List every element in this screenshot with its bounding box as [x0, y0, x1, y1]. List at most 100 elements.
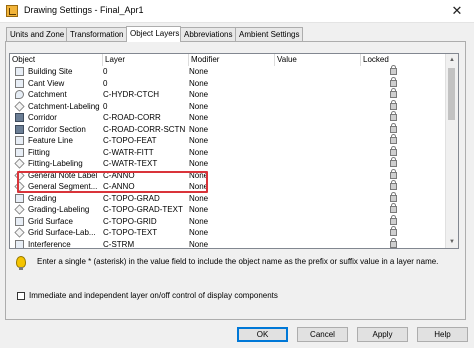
object-layers-grid[interactable]: Object Layer Modifier Value Locked Build…: [9, 53, 459, 249]
modifier-cell[interactable]: None: [189, 66, 277, 78]
immediate-layer-control-checkbox[interactable]: [17, 292, 25, 300]
modifier-cell[interactable]: None: [189, 124, 277, 136]
object-cell: Building Site: [28, 67, 73, 76]
layer-cell[interactable]: C-ROAD-CORR-SCTN: [103, 124, 193, 136]
layer-cell[interactable]: C-HYDR-CTCH: [103, 89, 193, 101]
scroll-down-icon[interactable]: ▼: [446, 236, 458, 248]
table-row[interactable]: Interference C-STRM None: [10, 237, 447, 249]
lock-icon[interactable]: [390, 145, 397, 156]
lock-icon[interactable]: [390, 180, 397, 190]
grid-surface-labeling-icon: [14, 227, 25, 238]
lock-icon[interactable]: [390, 99, 397, 110]
modifier-cell[interactable]: None: [189, 112, 277, 124]
table-row[interactable]: Cant View 0 None: [10, 76, 447, 90]
layer-cell[interactable]: C-TOPO-GRAD: [103, 193, 193, 205]
modifier-cell[interactable]: None: [189, 89, 277, 101]
building-site-icon: [15, 67, 24, 76]
tab-units-and-zone[interactable]: Units and Zone: [6, 27, 67, 41]
layer-cell[interactable]: 0: [103, 66, 193, 78]
column-header-value[interactable]: Value: [275, 54, 361, 66]
modifier-cell[interactable]: None: [189, 101, 277, 113]
lock-icon[interactable]: [390, 134, 397, 144]
modifier-cell[interactable]: None: [189, 227, 277, 239]
layer-cell[interactable]: C-TOPO-FEAT: [103, 135, 193, 147]
corridor-icon: [15, 113, 24, 122]
layer-cell[interactable]: C-TOPO-TEXT: [103, 227, 193, 239]
modifier-cell[interactable]: None: [189, 216, 277, 228]
modifier-cell[interactable]: None: [189, 239, 277, 249]
ok-button[interactable]: OK: [237, 327, 288, 342]
modifier-cell[interactable]: None: [189, 78, 277, 90]
app-icon: [6, 5, 18, 17]
table-row[interactable]: Grid Surface C-TOPO-GRID None: [10, 214, 447, 228]
column-header-modifier[interactable]: Modifier: [189, 54, 275, 66]
table-row[interactable]: Grading-Labeling C-TOPO-GRAD-TEXT None: [10, 203, 447, 216]
object-cell: Corridor: [28, 113, 57, 122]
lock-icon[interactable]: [390, 214, 397, 225]
title-bar: Drawing Settings - Final_Apr1 ✕: [0, 0, 474, 23]
feature-line-icon: [15, 136, 24, 145]
tab-ambient-settings[interactable]: Ambient Settings: [235, 27, 303, 41]
layer-cell[interactable]: C-TOPO-GRAD-TEXT: [103, 204, 193, 216]
lock-icon[interactable]: [390, 65, 397, 75]
modifier-cell[interactable]: None: [189, 158, 277, 170]
lock-icon[interactable]: [390, 122, 397, 133]
table-row[interactable]: Catchment-Labeling 0 None: [10, 99, 447, 113]
object-cell: Fitting: [28, 147, 50, 157]
checkbox-label[interactable]: Immediate and independent layer on/off c…: [29, 291, 278, 300]
vertical-scrollbar[interactable]: ▲ ▼: [445, 54, 458, 248]
table-row[interactable]: Fitting-Labeling C-WATR-TEXT None: [10, 157, 447, 170]
object-cell: Interference: [28, 239, 71, 249]
grid-rows: Building Site 0 None Cant View 0 None Catchm…: [10, 65, 447, 249]
object-cell: Grading: [28, 193, 57, 203]
grid-header: Object Layer Modifier Value Locked: [10, 54, 447, 66]
lock-icon[interactable]: [390, 203, 397, 213]
layer-cell[interactable]: 0: [103, 78, 193, 90]
column-header-locked[interactable]: Locked: [361, 54, 447, 66]
table-row[interactable]: Grid Surface-Lab... C-TOPO-TEXT None: [10, 226, 447, 239]
lock-icon[interactable]: [390, 111, 397, 121]
apply-button[interactable]: Apply: [357, 327, 408, 342]
table-row[interactable]: Fitting C-WATR-FITT None: [10, 145, 447, 159]
fitting-icon: [15, 147, 24, 157]
table-row[interactable]: Corridor Section C-ROAD-CORR-SCTN None: [10, 122, 447, 136]
lock-icon[interactable]: [390, 191, 397, 202]
layer-cell[interactable]: C-TOPO-GRID: [103, 216, 193, 228]
table-row[interactable]: Catchment C-HYDR-CTCH None: [10, 88, 447, 101]
grading-icon: [15, 193, 24, 203]
cancel-button[interactable]: Cancel: [297, 327, 348, 342]
table-row[interactable]: Corridor C-ROAD-CORR None: [10, 111, 447, 124]
table-row[interactable]: Feature Line C-TOPO-FEAT None: [10, 134, 447, 147]
grid-surface-icon: [15, 216, 24, 226]
layer-cell[interactable]: 0: [103, 101, 193, 113]
scroll-up-icon[interactable]: ▲: [446, 54, 458, 66]
table-row[interactable]: Building Site 0 None: [10, 65, 447, 78]
layer-cell[interactable]: C-WATR-FITT: [103, 147, 193, 159]
layer-cell[interactable]: C-STRM: [103, 239, 193, 249]
scroll-thumb[interactable]: [448, 68, 455, 120]
lightbulb-icon: [16, 256, 26, 270]
layer-cell[interactable]: C-WATR-TEXT: [103, 158, 193, 170]
table-row[interactable]: Grading C-TOPO-GRAD None: [10, 191, 447, 205]
lock-icon[interactable]: [390, 157, 397, 167]
layer-cell[interactable]: C-ROAD-CORR: [103, 112, 193, 124]
lock-icon[interactable]: [390, 168, 397, 179]
tab-transformation[interactable]: Transformation: [66, 27, 127, 41]
lock-icon[interactable]: [390, 237, 397, 248]
tab-object-layers[interactable]: Object Layers: [126, 26, 181, 42]
column-header-object[interactable]: Object: [10, 54, 103, 66]
modifier-cell[interactable]: None: [189, 147, 277, 159]
lock-icon[interactable]: [390, 226, 397, 236]
modifier-cell[interactable]: None: [189, 135, 277, 147]
column-header-layer[interactable]: Layer: [103, 54, 189, 66]
lock-icon[interactable]: [390, 88, 397, 98]
modifier-cell[interactable]: None: [189, 193, 277, 205]
lock-icon[interactable]: [390, 76, 397, 87]
help-button[interactable]: Help: [417, 327, 468, 342]
catchment-labeling-icon: [14, 100, 25, 112]
modifier-cell[interactable]: None: [189, 204, 277, 216]
object-cell: Corridor Section: [28, 124, 86, 134]
tab-abbreviations[interactable]: Abbreviations: [180, 27, 236, 41]
object-cell: Grid Surface-Lab...: [28, 228, 96, 237]
close-button[interactable]: ✕: [440, 0, 474, 22]
